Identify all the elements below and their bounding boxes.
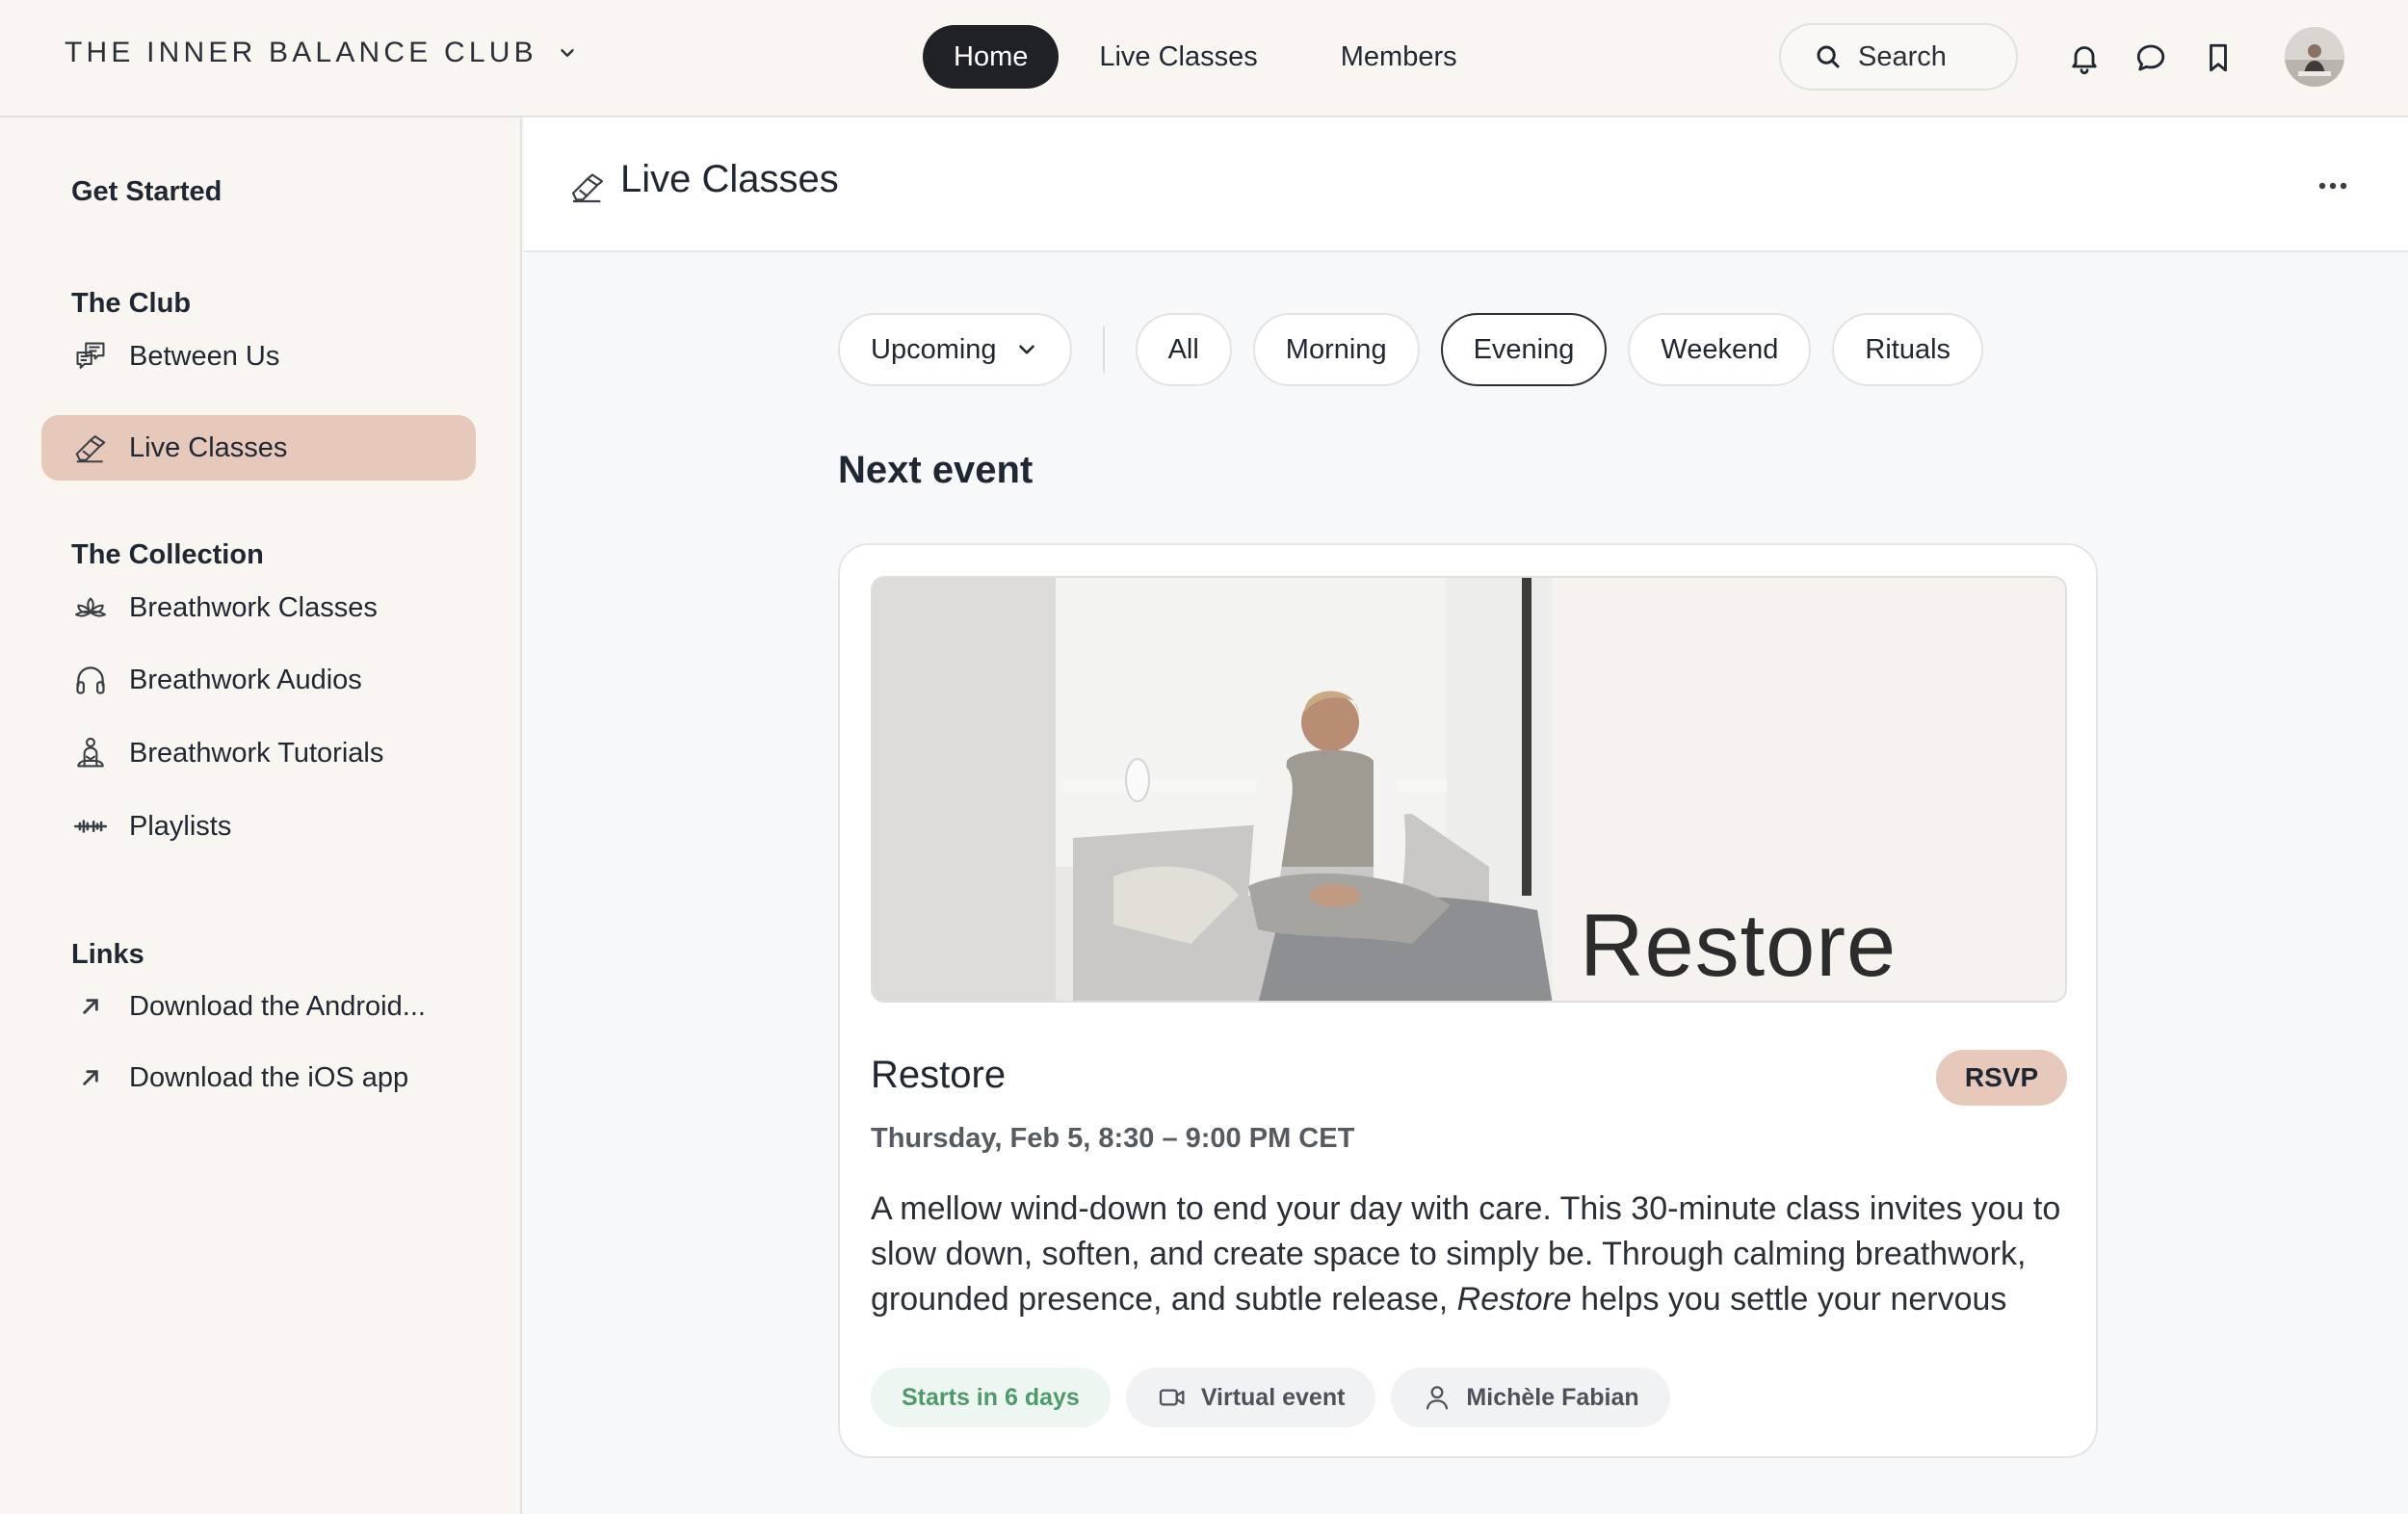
external-link-icon xyxy=(71,987,110,1026)
messages-chat-icon[interactable] xyxy=(2133,40,2168,75)
more-options-icon[interactable] xyxy=(2314,171,2352,200)
description-emphasis: Restore xyxy=(1456,1281,1572,1318)
chat-bubbles-icon xyxy=(71,337,110,376)
sidebar-link-get-started[interactable]: Get Started xyxy=(71,176,222,208)
event-photo xyxy=(873,578,1553,1001)
dropdown-value: Upcoming xyxy=(871,334,997,365)
sidebar-item-label: Playlists xyxy=(129,810,232,842)
sound-wave-icon xyxy=(71,807,110,846)
event-filters: Upcoming All Morning Evening Weekend Rit… xyxy=(838,313,2004,386)
brand-name: THE INNER BALANCE CLUB xyxy=(65,37,537,68)
chip-weekend[interactable]: Weekend xyxy=(1628,313,1812,386)
event-title[interactable]: Restore xyxy=(871,1054,1006,1097)
nav-live-classes[interactable]: Live Classes xyxy=(1068,25,1288,89)
sidebar-item-label: Download the Android... xyxy=(129,990,426,1022)
sidebar-item-breathwork-tutorials[interactable]: Breathwork Tutorials xyxy=(41,720,476,786)
event-banner[interactable]: Restore xyxy=(871,576,2067,1003)
rsvp-button[interactable]: RSVP xyxy=(1936,1050,2067,1106)
eraser-icon xyxy=(568,168,607,206)
page-header: Live Classes xyxy=(524,117,2408,252)
headphones-icon xyxy=(71,661,110,699)
starts-in-badge: Starts in 6 days xyxy=(871,1368,1111,1427)
sidebar-section-the-club: The Club xyxy=(71,288,192,319)
sidebar-item-label: Live Classes xyxy=(129,431,288,463)
sidebar-link-ios-app[interactable]: Download the iOS app xyxy=(41,1045,476,1110)
banner-title: Restore xyxy=(1580,897,1898,995)
notifications-bell-icon[interactable] xyxy=(2067,40,2102,75)
sidebar-item-between-us[interactable]: Between Us xyxy=(41,324,476,389)
sidebar-item-label: Download the iOS app xyxy=(129,1061,409,1093)
chip-rituals[interactable]: Rituals xyxy=(1832,313,1984,386)
person-icon xyxy=(1422,1382,1453,1413)
chevron-down-icon xyxy=(557,42,578,64)
lotus-icon xyxy=(71,588,110,627)
sidebar-item-label: Breathwork Audios xyxy=(129,664,362,695)
event-card[interactable]: Restore Restore RSVP Thursday, Feb 5, 8:… xyxy=(838,543,2098,1458)
top-nav: Home Live Classes Members xyxy=(923,25,1488,89)
virtual-event-label: Virtual event xyxy=(1200,1383,1346,1411)
chip-morning[interactable]: Morning xyxy=(1252,313,1420,386)
sidebar-section-the-collection: The Collection xyxy=(71,539,264,570)
search-button[interactable]: Search xyxy=(1779,23,2018,91)
nav-members[interactable]: Members xyxy=(1310,25,1488,89)
event-tags: Starts in 6 days Virtual event Michèle F… xyxy=(871,1368,1670,1427)
starts-in-label: Starts in 6 days xyxy=(902,1383,1080,1411)
top-header: THE INNER BALANCE CLUB Home Live Classes… xyxy=(0,0,2408,117)
external-link-icon xyxy=(71,1058,110,1097)
bookmark-icon[interactable] xyxy=(2201,40,2236,75)
chevron-down-icon xyxy=(1014,337,1039,362)
sidebar-item-label: Breathwork Classes xyxy=(129,591,378,623)
chip-evening[interactable]: Evening xyxy=(1440,313,1608,386)
description-text-end: helps you settle your nervous xyxy=(1571,1281,2007,1318)
sidebar: Get Started The Club Between Us Live Cla… xyxy=(0,117,522,1514)
nav-home[interactable]: Home xyxy=(923,25,1060,89)
upcoming-dropdown[interactable]: Upcoming xyxy=(838,313,1072,386)
eraser-icon xyxy=(71,429,110,467)
section-title: Next event xyxy=(838,449,1034,491)
sidebar-section-links: Links xyxy=(71,939,144,970)
event-description: A mellow wind-down to end your day with … xyxy=(871,1187,2065,1323)
virtual-event-badge: Virtual event xyxy=(1125,1368,1376,1427)
chip-all[interactable]: All xyxy=(1135,313,1232,386)
filter-divider xyxy=(1102,326,1105,373)
page-title: Live Classes xyxy=(620,158,839,200)
host-badge[interactable]: Michèle Fabian xyxy=(1391,1368,1670,1427)
sidebar-link-android-app[interactable]: Download the Android... xyxy=(41,974,476,1039)
video-camera-icon xyxy=(1157,1382,1188,1413)
sidebar-item-breathwork-classes[interactable]: Breathwork Classes xyxy=(41,575,476,640)
search-icon xyxy=(1814,42,1843,71)
sidebar-item-live-classes[interactable]: Live Classes xyxy=(41,415,476,481)
user-avatar[interactable] xyxy=(2285,27,2344,87)
community-switcher[interactable]: THE INNER BALANCE CLUB xyxy=(65,37,578,69)
sidebar-item-breathwork-audios[interactable]: Breathwork Audios xyxy=(41,647,476,713)
search-label: Search xyxy=(1858,40,1947,72)
sidebar-item-label: Breathwork Tutorials xyxy=(129,737,384,769)
meditation-icon xyxy=(71,734,110,772)
sidebar-item-playlists[interactable]: Playlists xyxy=(41,794,476,859)
sidebar-item-label: Between Us xyxy=(129,340,280,372)
event-datetime: Thursday, Feb 5, 8:30 – 9:00 PM CET xyxy=(871,1123,1355,1154)
host-name: Michèle Fabian xyxy=(1466,1383,1639,1411)
